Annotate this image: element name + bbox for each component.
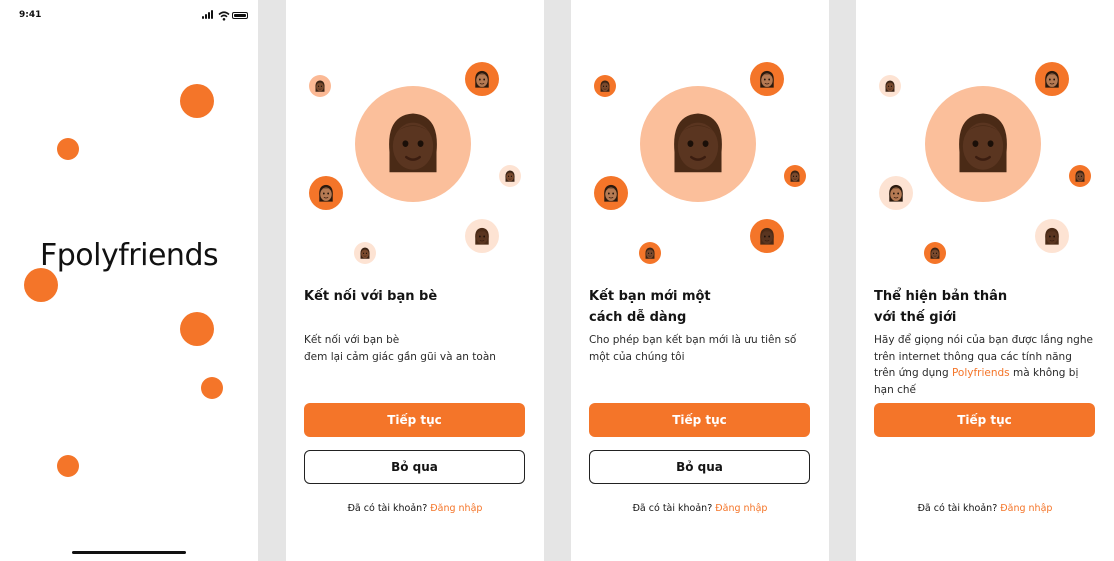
avatar-bubble	[750, 219, 784, 253]
avatar-bubble	[784, 165, 806, 187]
memoji-avatar-icon	[787, 168, 803, 187]
onboarding-title: Kết nối với bạn bè	[304, 289, 438, 304]
decor-dot	[24, 268, 58, 302]
memoji-avatar-icon	[642, 245, 658, 264]
login-link[interactable]: Đăng nhập	[430, 503, 482, 514]
avatar-bubble	[1035, 62, 1069, 96]
memoji-avatar-icon	[599, 181, 623, 209]
decor-dot	[57, 455, 79, 477]
memoji-avatar-icon	[882, 78, 898, 97]
memoji-avatar-icon	[1072, 168, 1088, 187]
memoji-avatar-icon	[470, 224, 494, 252]
memoji-avatar-icon	[755, 224, 779, 252]
onboarding-screen-1: Kết nối với bạn bè Kết nối với bạn bè đe…	[286, 0, 544, 561]
continue-button[interactable]: Tiếp tục	[874, 403, 1095, 437]
avatar-bubble	[594, 176, 628, 210]
onboarding-description: Hãy để giọng nói của bạn được lắng nghe …	[874, 334, 1093, 396]
avatar-bubble	[309, 75, 331, 97]
avatar-bubble	[355, 86, 471, 202]
decor-dot	[201, 377, 223, 399]
avatar-bubble	[499, 165, 521, 187]
avatar-bubble	[879, 176, 913, 210]
memoji-avatar-icon	[357, 245, 373, 264]
onboarding-screen-2: Kết bạn mới một cách dễ dàng Cho phép bạ…	[571, 0, 829, 561]
app-name-highlight: Polyfriends	[951, 367, 1010, 379]
avatar-bubble	[465, 219, 499, 253]
memoji-avatar-icon	[927, 245, 943, 264]
onboarding-description: Cho phép bạn kết bạn mới là ưu tiên số m…	[589, 334, 797, 363]
app-logo-text: Fpolyfriends	[40, 238, 219, 273]
avatar-bubble	[465, 62, 499, 96]
continue-button[interactable]: Tiếp tục	[589, 403, 810, 437]
login-prompt-text: Đã có tài khoản?	[347, 503, 428, 514]
home-indicator	[72, 551, 186, 554]
wifi-icon	[218, 11, 230, 21]
avatar-bubble	[639, 242, 661, 264]
login-link[interactable]: Đăng nhập	[1000, 503, 1052, 514]
onboarding-title: Thể hiện bản thân với thế giới	[874, 289, 1008, 325]
memoji-avatar-icon	[502, 168, 518, 187]
skip-button[interactable]: Bỏ qua	[304, 450, 525, 484]
onboarding-title: Kết bạn mới một cách dễ dàng	[589, 289, 711, 325]
status-icons	[202, 10, 248, 21]
avatar-bubble	[925, 86, 1041, 202]
avatar-bubble	[750, 62, 784, 96]
login-prompt-text: Đã có tài khoản?	[917, 503, 998, 514]
status-time: 9:41	[19, 10, 42, 20]
memoji-avatar-icon	[1040, 224, 1064, 252]
memoji-avatar-icon	[312, 78, 328, 97]
splash-screen: 9:41 Fpolyfriends	[0, 0, 258, 561]
memoji-avatar-icon	[656, 100, 740, 188]
avatar-bubble	[1035, 219, 1069, 253]
onboarding-description: Kết nối với bạn bè đem lại cảm giác gần …	[304, 334, 496, 363]
login-prompt-line: Đã có tài khoản? Đăng nhập	[286, 503, 544, 514]
avatar-bubble	[924, 242, 946, 264]
avatar-bubble	[640, 86, 756, 202]
decor-dot	[57, 138, 79, 160]
onboarding-screen-3: Thể hiện bản thân với thế giới Hãy để gi…	[856, 0, 1114, 561]
login-prompt-text: Đã có tài khoản?	[632, 503, 713, 514]
login-prompt-line: Đã có tài khoản? Đăng nhập	[856, 503, 1114, 514]
decor-dot	[180, 84, 214, 118]
continue-button[interactable]: Tiếp tục	[304, 403, 525, 437]
avatar-bubble	[1069, 165, 1091, 187]
memoji-avatar-icon	[1040, 67, 1064, 95]
status-bar: 9:41	[0, 0, 258, 32]
avatar-bubble	[879, 75, 901, 97]
memoji-avatar-icon	[597, 78, 613, 97]
skip-button[interactable]: Bỏ qua	[589, 450, 810, 484]
memoji-avatar-icon	[371, 100, 455, 188]
login-prompt-line: Đã có tài khoản? Đăng nhập	[571, 503, 829, 514]
login-link[interactable]: Đăng nhập	[715, 503, 767, 514]
memoji-avatar-icon	[755, 67, 779, 95]
avatar-bubble	[309, 176, 343, 210]
memoji-avatar-icon	[470, 67, 494, 95]
memoji-avatar-icon	[884, 181, 908, 209]
memoji-avatar-icon	[941, 100, 1025, 188]
avatar-bubble	[594, 75, 616, 97]
decor-dot	[180, 312, 214, 346]
avatar-bubble	[354, 242, 376, 264]
memoji-avatar-icon	[314, 181, 338, 209]
battery-icon	[232, 12, 248, 19]
